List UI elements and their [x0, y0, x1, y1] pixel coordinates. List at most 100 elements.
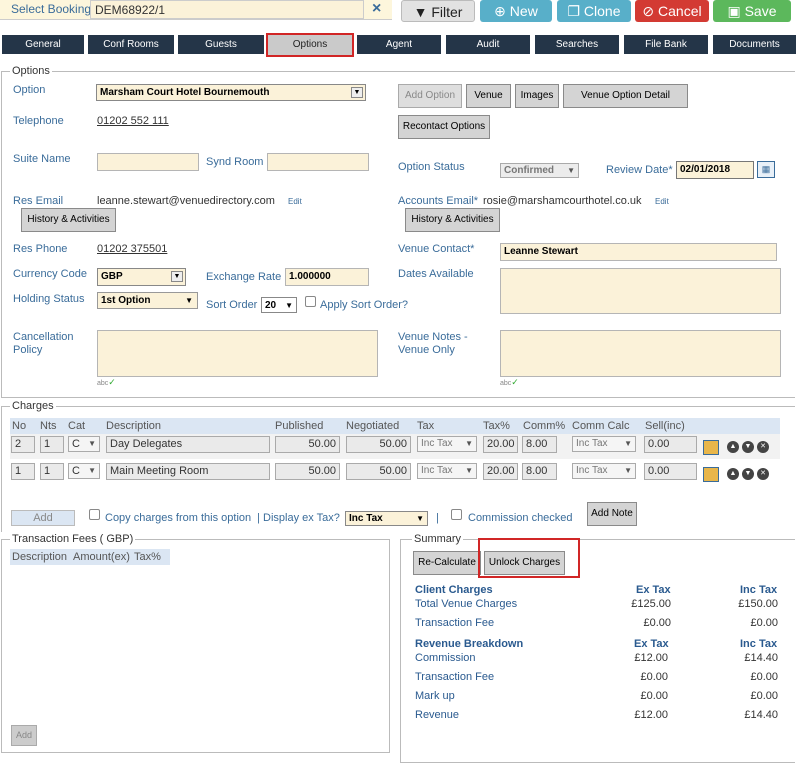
ex-tax-heading-2: Ex Tax	[634, 638, 669, 650]
tab-general[interactable]: General	[2, 35, 84, 54]
accounts-email-edit-link[interactable]: Edit	[655, 197, 669, 206]
new-button[interactable]: ⊕ New	[480, 0, 552, 22]
currency-code-select[interactable]: GBP ▼	[97, 268, 186, 286]
row-negotiated[interactable]: 50.00	[346, 463, 411, 480]
commission-checked-checkbox[interactable]	[451, 509, 462, 520]
row-tax-pct[interactable]: 20.00	[483, 463, 518, 480]
row-sell-inc[interactable]: 0.00	[644, 463, 697, 480]
history-activities-button-accounts[interactable]: History & Activities	[405, 208, 500, 232]
cancellation-policy-label: Cancellation Policy	[13, 331, 74, 356]
tab-audit[interactable]: Audit	[446, 35, 530, 54]
row-cat-select[interactable]: C ▼	[68, 436, 100, 452]
clone-button[interactable]: ❐ Clone	[557, 0, 631, 22]
res-email-label: Res Email	[13, 195, 64, 207]
save-button[interactable]: ▣ Save	[713, 0, 791, 22]
move-down-icon[interactable]: ▼	[742, 468, 754, 480]
recontact-options-button[interactable]: Recontact Options	[398, 115, 490, 139]
save-icon: ▣	[727, 3, 741, 19]
dates-available-label: Dates Available	[398, 268, 474, 280]
calendar-icon[interactable]: ▦	[757, 161, 775, 178]
booking-input[interactable]: DEM68922/1	[90, 0, 364, 19]
row-sell-inc[interactable]: 0.00	[644, 436, 697, 453]
holding-status-label: Holding Status	[13, 293, 85, 305]
row-nts[interactable]: 1	[40, 436, 64, 453]
history-activities-button-res[interactable]: History & Activities	[21, 208, 116, 232]
tab-guests[interactable]: Guests	[178, 35, 264, 54]
cancel-button[interactable]: ⊘ Cancel	[635, 0, 709, 22]
res-phone-value[interactable]: 01202 375501	[97, 243, 167, 255]
row-negotiated[interactable]: 50.00	[346, 436, 411, 453]
row-nts[interactable]: 1	[40, 463, 64, 480]
calculator-icon[interactable]	[703, 440, 719, 455]
apply-sort-order-checkbox[interactable]	[305, 296, 316, 307]
venue-contact-input[interactable]: Leanne Stewart	[500, 243, 777, 261]
col-published: Published	[273, 418, 341, 434]
delete-icon[interactable]: ✕	[757, 468, 769, 480]
tab-file-bank[interactable]: File Bank	[624, 35, 708, 54]
move-down-icon[interactable]: ▼	[742, 441, 754, 453]
review-date-input[interactable]: 02/01/2018	[676, 161, 754, 179]
unlock-charges-button[interactable]: Unlock Charges	[484, 551, 565, 575]
exchange-rate-input[interactable]: 1.000000	[285, 268, 369, 286]
row-comm-calc-select[interactable]: Inc Tax ▼	[572, 436, 636, 452]
calculator-icon[interactable]	[703, 467, 719, 482]
dates-available-textarea[interactable]	[500, 268, 781, 314]
display-ex-tax-select[interactable]: Inc Tax ▼	[345, 511, 428, 526]
tab-documents[interactable]: Documents	[713, 35, 796, 54]
row-description[interactable]: Day Delegates	[106, 436, 270, 453]
row-no[interactable]: 2	[11, 436, 35, 453]
images-button[interactable]: Images	[515, 84, 559, 108]
ex-tax-heading: Ex Tax	[636, 584, 671, 596]
move-up-icon[interactable]: ▲	[727, 441, 739, 453]
row-no[interactable]: 1	[11, 463, 35, 480]
cancellation-policy-textarea[interactable]	[97, 330, 378, 377]
filter-button[interactable]: ▼ Filter	[401, 0, 475, 22]
tab-searches[interactable]: Searches	[535, 35, 619, 54]
clear-booking-icon[interactable]: ×	[372, 0, 381, 18]
chevron-down-icon: ▼	[88, 466, 96, 475]
row-published[interactable]: 50.00	[275, 463, 340, 480]
res-email-edit-link[interactable]: Edit	[288, 197, 302, 206]
synd-room-label: Synd Room	[206, 156, 264, 168]
add-option-button[interactable]: Add Option	[398, 84, 462, 108]
add-transaction-fee-button[interactable]: Add	[11, 725, 37, 746]
col-comm-pct: Comm%	[521, 418, 569, 434]
row-comm-pct[interactable]: 8.00	[522, 463, 557, 480]
holding-status-select[interactable]: 1st Option ▼	[97, 292, 198, 309]
exchange-rate-label: Exchange Rate	[206, 271, 282, 283]
spellcheck-icon[interactable]: abc✓	[97, 377, 116, 388]
row-tax-select[interactable]: Inc Tax ▼	[417, 463, 477, 479]
chevron-down-icon: ▼	[465, 466, 473, 475]
venue-button[interactable]: Venue	[466, 84, 511, 108]
mark-up-inc: £0.00	[750, 690, 778, 702]
venue-option-detail-button[interactable]: Venue Option Detail	[563, 84, 688, 108]
venue-notes-textarea[interactable]	[500, 330, 781, 377]
telephone-value[interactable]: 01202 552 111	[97, 115, 169, 127]
row-description[interactable]: Main Meeting Room	[106, 463, 270, 480]
option-select[interactable]: Marsham Court Hotel Bournemouth ▼	[96, 84, 366, 101]
row-comm-calc-select[interactable]: Inc Tax ▼	[572, 463, 636, 479]
row-comm-pct[interactable]: 8.00	[522, 436, 557, 453]
suite-name-input[interactable]	[97, 153, 199, 171]
add-charge-button[interactable]: Add	[11, 510, 75, 526]
recalculate-button[interactable]: Re-Calculate	[413, 551, 481, 575]
row-cat-select[interactable]: C ▼	[68, 463, 100, 479]
row-published[interactable]: 50.00	[275, 436, 340, 453]
tab-agent[interactable]: Agent	[357, 35, 441, 54]
row-tax-pct[interactable]: 20.00	[483, 436, 518, 453]
move-up-icon[interactable]: ▲	[727, 468, 739, 480]
synd-room-input[interactable]	[267, 153, 369, 171]
tab-options[interactable]: Options	[266, 33, 354, 57]
inc-tax-heading: Inc Tax	[740, 584, 778, 596]
transaction-fee-ex: £0.00	[643, 617, 671, 629]
ban-icon: ⊘	[642, 3, 655, 19]
spellcheck-icon[interactable]: abc✓	[500, 377, 519, 388]
delete-icon[interactable]: ✕	[757, 441, 769, 453]
tab-conf-rooms[interactable]: Conf Rooms	[88, 35, 174, 54]
row-tax-select[interactable]: Inc Tax ▼	[417, 436, 477, 452]
add-note-button[interactable]: Add Note	[587, 502, 637, 526]
option-status-select[interactable]: Confirmed ▼	[500, 163, 579, 178]
sort-order-select[interactable]: 20 ▼	[261, 297, 297, 313]
copy-charges-checkbox[interactable]	[89, 509, 100, 520]
venue-notes-label: Venue Notes - Venue Only	[398, 331, 468, 356]
